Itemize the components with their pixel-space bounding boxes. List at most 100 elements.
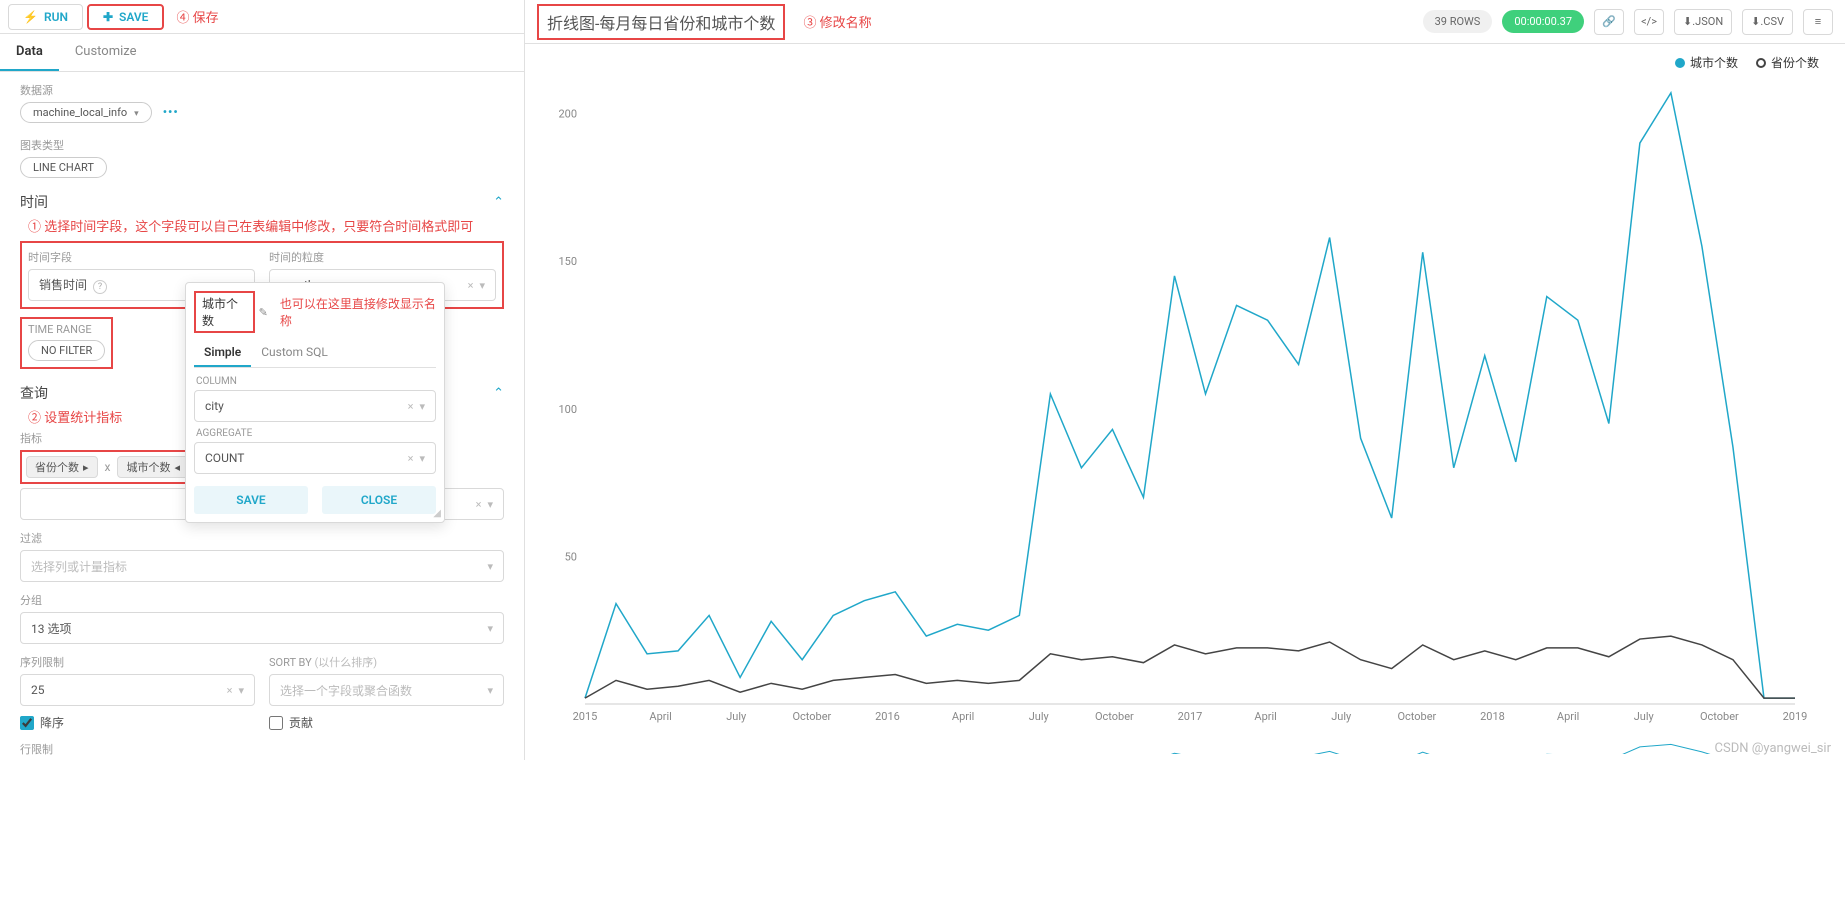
svg-text:October: October [792,710,831,723]
legend-dot-icon [1756,58,1766,68]
pencil-icon[interactable]: ✎ [259,306,268,319]
datasource-pill[interactable]: machine_local_info [20,102,152,123]
more-dots-icon[interactable]: ••• [163,105,179,119]
menu-icon-button[interactable]: ≡ [1803,9,1833,35]
desc-checkbox[interactable]: 降序 [20,714,255,731]
export-json-button[interactable]: ⬇.JSON [1674,9,1732,35]
contrib-label: 贡献 [289,714,313,731]
datasource-label: 数据源 [20,82,504,98]
svg-text:2018: 2018 [1480,710,1505,723]
charttype-pill[interactable]: LINE CHART [20,157,107,178]
sortby-select[interactable]: 选择一个字段或聚合函数 ▾ [269,674,504,706]
chevron-up-icon[interactable]: ⌃ [493,195,504,210]
contrib-checkbox[interactable]: 贡献 [269,714,504,731]
toolbar: ⚡ RUN ✚ SAVE ④ 保存 [0,0,524,34]
timegrain-label: 时间的粒度 [269,249,496,265]
resize-handle-icon[interactable]: ◢ [433,508,441,519]
clear-icon[interactable]: × [227,684,233,697]
svg-text:July: July [1029,710,1050,723]
chevron-up-icon[interactable]: ⌃ [493,386,504,401]
chevron-down-icon: ▾ [479,279,485,292]
section-time: 时间 ⌃ [20,192,504,212]
legend-item-city[interactable]: 城市个数 [1675,54,1738,71]
desc-check-input[interactable] [20,716,34,730]
rowlimit-label: 序列限制 [20,654,255,670]
filter-select[interactable]: 选择列或计量指标 ▾ [20,550,504,582]
desc-label: 降序 [40,714,64,731]
svg-text:200: 200 [558,108,577,121]
export-csv-button[interactable]: ⬇.CSV [1742,9,1793,35]
legend: 城市个数 省份个数 [1675,54,1819,71]
popup-tab-customsql[interactable]: Custom SQL [251,339,338,367]
timerange-label: TIME RANGE [28,323,105,336]
download-icon: ⬇ [1751,15,1760,28]
timerange-pill[interactable]: NO FILTER [28,340,105,361]
charttype-label: 图表类型 [20,137,504,153]
popup-annotation: 也可以在这里直接修改显示名称 [280,295,436,329]
svg-text:October: October [1397,710,1436,723]
contrib-check-input[interactable] [269,716,283,730]
popup-aggregate-label: AGGREGATE [196,428,434,439]
clear-icon[interactable]: × [408,452,414,465]
plus-circle-icon: ✚ [103,10,113,24]
svg-text:April: April [1557,710,1579,723]
sortby-label: SORT BY (以什么排序) [269,654,504,670]
clear-icon[interactable]: × [468,279,474,292]
svg-text:50: 50 [565,550,577,563]
chart-title-input[interactable]: 折线图-每月每日省份和城市个数 [537,4,785,40]
rowlimit-select[interactable]: 25 × ▾ [20,674,255,706]
annotation-3: ③ 修改名称 [803,12,871,31]
popup-tab-simple[interactable]: Simple [194,339,251,367]
svg-text:2015: 2015 [573,710,598,723]
svg-text:July: July [1634,710,1655,723]
metrics-redbox: 省份个数 ▸ x 城市个数 ◂ [20,450,195,484]
link-icon-button[interactable]: 🔗 [1594,9,1624,35]
chevron-down-icon: ▾ [419,400,425,413]
clear-icon[interactable]: × [408,400,414,413]
groupby-label: 分组 [20,592,504,608]
remove-metric-1[interactable]: x [105,460,111,474]
left-tabs: Data Customize [0,34,524,72]
right-panel: 折线图-每月每日省份和城市个数 ③ 修改名称 39 ROWS 00:00:00.… [525,0,1845,760]
svg-text:April: April [952,710,974,723]
legend-item-province[interactable]: 省份个数 [1756,54,1819,71]
svg-text:October: October [1095,710,1134,723]
filter-label: 过滤 [20,530,504,546]
svg-text:October: October [1700,710,1739,723]
embed-icon-button[interactable]: </> [1634,9,1664,35]
popup-save-button[interactable]: SAVE [194,486,308,514]
caret-icon: ◂ [174,461,180,474]
help-icon [90,278,107,292]
line-chart-svg: 5010015020020152015AprilAprilJulyJulyOct… [535,54,1815,754]
tab-data[interactable]: Data [0,34,59,71]
popup-aggregate-value: COUNT [205,451,244,465]
timefield-value: 销售时间 [39,278,87,292]
run-button[interactable]: ⚡ RUN [8,4,83,30]
popup-title[interactable]: 城市个数 [194,291,255,333]
tab-customize[interactable]: Customize [59,34,153,71]
metric-tag-1[interactable]: 省份个数 ▸ [26,456,98,478]
time-title: 时间 [20,192,48,212]
svg-text:April: April [649,710,671,723]
svg-text:100: 100 [558,403,577,416]
time-badge: 00:00:00.37 [1502,10,1584,33]
popup-column-select[interactable]: city × ▾ [194,390,436,422]
popup-aggregate-select[interactable]: COUNT × ▾ [194,442,436,474]
svg-text:2019: 2019 [1783,710,1808,723]
chevron-down-icon: ▾ [419,452,425,465]
timerange-redbox: TIME RANGE NO FILTER [20,317,113,369]
save-button[interactable]: ✚ SAVE [87,4,164,30]
linelimit-label: 行限制 [20,741,504,757]
svg-text:2016: 2016 [875,710,900,723]
caret-icon: ▸ [83,461,89,474]
svg-text:150: 150 [558,255,577,268]
run-label: RUN [44,10,68,24]
popup-close-button[interactable]: CLOSE [322,486,436,514]
popup-tabs: Simple Custom SQL [194,339,436,368]
charttype-value: LINE CHART [33,161,94,174]
chart-header: 折线图-每月每日省份和城市个数 ③ 修改名称 39 ROWS 00:00:00.… [525,0,1845,44]
clear-icon[interactable]: × [476,498,482,511]
metric-tag-2[interactable]: 城市个数 ◂ [117,456,189,478]
legend-dot-icon [1675,58,1685,68]
groupby-select[interactable]: 13 选项 ▾ [20,612,504,644]
